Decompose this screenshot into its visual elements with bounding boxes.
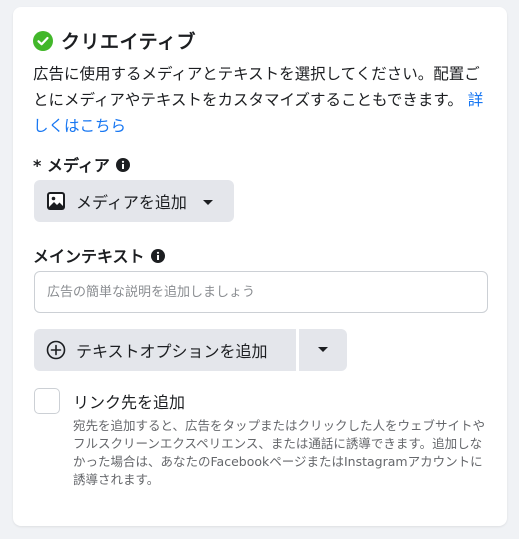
photo-icon (46, 191, 66, 211)
plus-circle-icon (46, 340, 66, 360)
main-text-label: メインテキスト (33, 247, 145, 266)
add-text-option-label: テキストオプションを追加 (76, 342, 268, 361)
chevron-down-icon (201, 194, 215, 208)
chevron-down-icon (316, 341, 330, 360)
section-title: クリエイティブ (61, 31, 196, 53)
info-icon[interactable] (115, 157, 130, 172)
info-icon[interactable] (150, 248, 165, 263)
add-destination-label: リンク先を追加 (73, 393, 186, 412)
check-circle-icon (33, 30, 53, 51)
main-text-input[interactable] (34, 271, 488, 313)
text-option-dropdown-button[interactable] (299, 329, 347, 371)
media-label-row: * メディア (33, 152, 130, 176)
destination-help-text: 宛先を追加すると、広告をタップまたはクリックした人をウェブサイトやフルスクリーン… (73, 418, 486, 487)
media-label: * メディア (33, 156, 110, 175)
description-text: 広告に使用するメディアとテキストを選択してください。配置ごとにメディアやテキスト… (33, 65, 480, 109)
add-media-label: メディアを追加 (76, 193, 187, 212)
section-header: クリエイティブ (33, 27, 196, 54)
creative-card: クリエイティブ 広告に使用するメディアとテキストを選択してください。配置ごとにメ… (13, 7, 507, 526)
add-text-option-button[interactable]: テキストオプションを追加 (34, 329, 296, 371)
add-destination-checkbox[interactable] (34, 388, 60, 414)
main-text-label-row: メインテキスト (33, 243, 165, 267)
section-description: 広告に使用するメディアとテキストを選択してください。配置ごとにメディアやテキスト… (33, 61, 495, 139)
add-media-button[interactable]: メディアを追加 (34, 180, 234, 222)
